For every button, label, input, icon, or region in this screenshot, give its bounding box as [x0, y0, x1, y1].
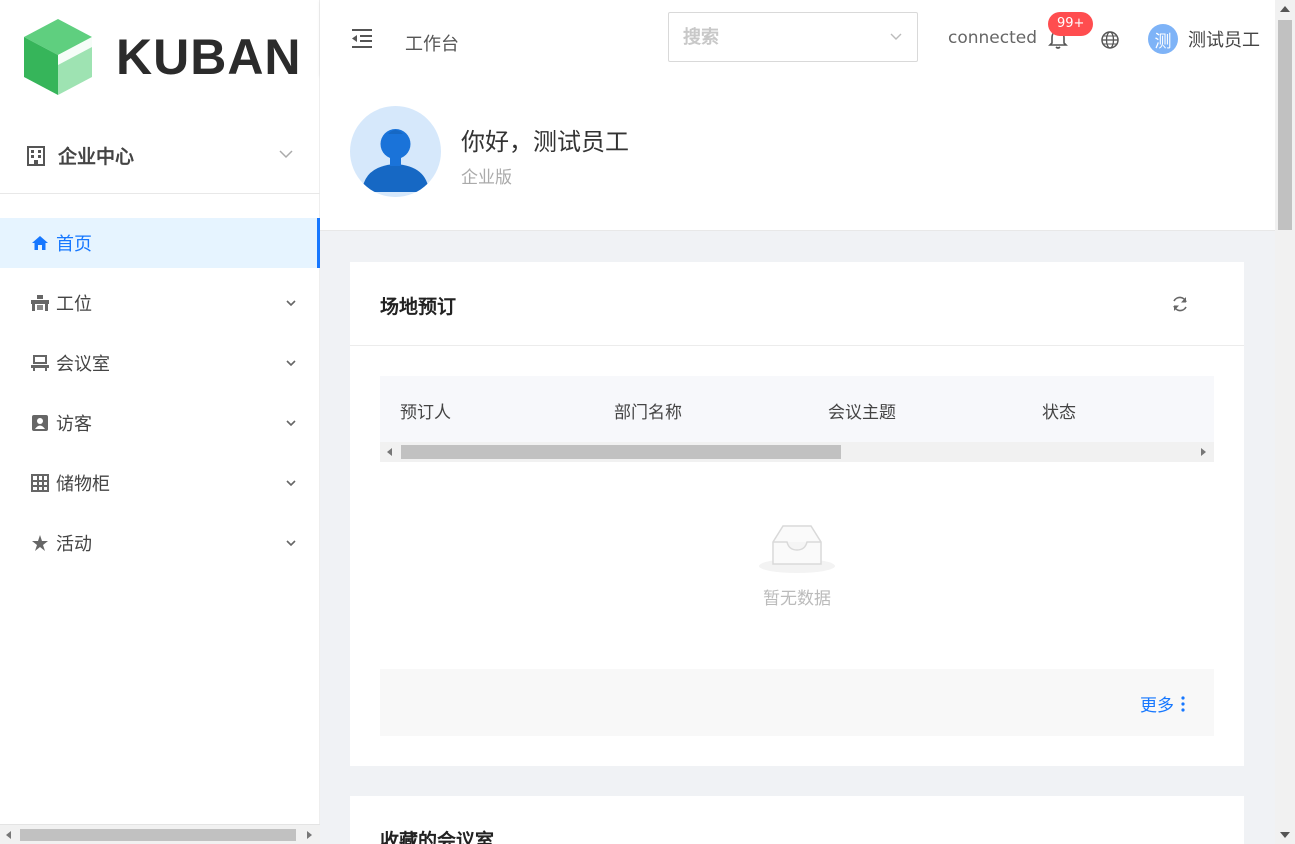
home-icon — [30, 233, 50, 253]
venue-booking-card: 场地预订 预订人 部门名称 会议主题 状态 暂无数据 更多 — [350, 262, 1244, 766]
sidebar-item-label: 访客 — [56, 414, 92, 435]
chevron-down-icon — [284, 295, 298, 309]
sidebar-item-label: 会议室 — [56, 354, 110, 375]
scrollbar-thumb[interactable] — [20, 829, 296, 841]
locker-icon — [30, 473, 50, 493]
scroll-right-arrow-icon[interactable] — [1201, 448, 1206, 456]
edition-label: 企业版 — [461, 168, 512, 188]
greeting-text: 你好，测试员工 — [461, 128, 629, 156]
brand-name: KUBAN — [116, 29, 302, 85]
globe-icon[interactable] — [1100, 30, 1120, 50]
page-title: 工作台 — [405, 34, 459, 55]
user-name: 测试员工 — [1188, 30, 1260, 51]
sidebar-menu: 首页 工位 会议室 访客 储物柜 活动 — [0, 218, 320, 578]
chevron-down-icon — [284, 535, 298, 549]
refresh-icon[interactable] — [1170, 294, 1190, 314]
divider — [350, 345, 1244, 346]
card-title: 场地预订 — [380, 296, 457, 318]
chevron-down-icon — [284, 355, 298, 369]
scroll-up-arrow-icon[interactable] — [1280, 6, 1290, 12]
meeting-room-icon — [30, 353, 50, 373]
favorite-rooms-card: 收藏的会议室 — [350, 796, 1244, 844]
kuban-logo-icon — [22, 17, 94, 97]
chevron-down-icon — [278, 146, 294, 162]
page-vertical-scrollbar[interactable] — [1275, 0, 1295, 844]
connection-status: connected — [948, 28, 1038, 48]
sidebar-item-label: 储物柜 — [56, 474, 110, 495]
visitor-icon — [30, 413, 50, 433]
column-header-status: 状态 — [1042, 403, 1076, 423]
welcome-panel: 你好，测试员工 企业版 — [320, 76, 1275, 231]
sidebar-item-locker[interactable]: 储物柜 — [0, 458, 320, 508]
sidebar-item-visitor[interactable]: 访客 — [0, 398, 320, 448]
top-header: 工作台 connected 99+ 测 测试员工 — [320, 0, 1275, 76]
sidebar-item-activity[interactable]: 活动 — [0, 518, 320, 568]
sidebar-item-home[interactable]: 首页 — [0, 218, 320, 268]
sidebar-item-meeting-room[interactable]: 会议室 — [0, 338, 320, 388]
table-horizontal-scrollbar[interactable] — [380, 442, 1214, 462]
search-input[interactable] — [669, 13, 869, 61]
user-menu[interactable]: 测 测试员工 — [1148, 24, 1260, 54]
sidebar: KUBAN 企业中心 首页 工位 会议室 访客 储物柜 活动 — [0, 0, 320, 844]
chevron-down-icon — [284, 415, 298, 429]
org-selector-label: 企业中心 — [58, 146, 135, 168]
collapse-sidebar-icon[interactable] — [350, 26, 374, 50]
card-footer: 更多 — [380, 669, 1214, 736]
sidebar-item-label: 首页 — [56, 234, 92, 255]
sidebar-item-label: 工位 — [56, 294, 92, 315]
activity-icon — [30, 533, 50, 553]
building-icon — [26, 145, 46, 166]
more-label: 更多 — [1140, 696, 1174, 716]
chevron-down-icon — [889, 29, 903, 43]
empty-text: 暂无数据 — [763, 589, 831, 609]
more-vertical-icon — [1181, 695, 1185, 712]
org-selector[interactable]: 企业中心 — [0, 118, 320, 194]
booking-table-header: 预订人 部门名称 会议主题 状态 — [380, 376, 1214, 442]
notification-badge: 99+ — [1048, 12, 1094, 36]
scrollbar-thumb[interactable] — [401, 445, 841, 459]
scroll-right-arrow-icon[interactable] — [307, 831, 312, 839]
workstation-icon — [30, 293, 50, 313]
sidebar-horizontal-scrollbar[interactable] — [0, 824, 320, 844]
sidebar-item-workstation[interactable]: 工位 — [0, 278, 320, 328]
scroll-down-arrow-icon[interactable] — [1280, 832, 1290, 838]
empty-inbox-icon — [759, 525, 835, 573]
brand-logo[interactable]: KUBAN — [22, 16, 302, 98]
search-select[interactable] — [668, 12, 918, 62]
sidebar-item-label: 活动 — [56, 534, 92, 555]
scrollbar-thumb[interactable] — [1278, 20, 1292, 230]
card-title: 收藏的会议室 — [380, 830, 495, 844]
scroll-left-arrow-icon[interactable] — [387, 448, 392, 456]
empty-state: 暂无数据 — [380, 520, 1214, 620]
chevron-down-icon — [284, 475, 298, 489]
column-header-department: 部门名称 — [614, 403, 682, 423]
column-header-topic: 会议主题 — [828, 403, 896, 423]
profile-avatar-icon — [350, 106, 441, 197]
more-button[interactable]: 更多 — [1140, 691, 1188, 716]
avatar: 测 — [1148, 24, 1178, 54]
scroll-left-arrow-icon[interactable] — [6, 831, 11, 839]
column-header-booker: 预订人 — [400, 403, 451, 423]
